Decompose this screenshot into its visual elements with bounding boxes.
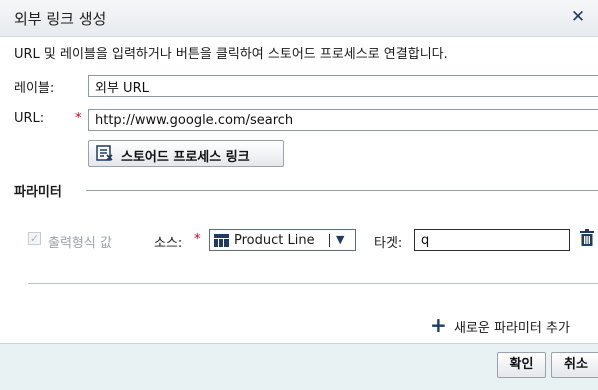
required-marker: * (75, 111, 82, 126)
target-input[interactable] (414, 229, 570, 251)
url-input[interactable] (88, 109, 598, 131)
source-label: 소스: (154, 236, 183, 251)
stored-process-link-button[interactable]: 스토어드 프로세스 링크 (88, 140, 284, 167)
category-data-icon (214, 234, 229, 251)
select-divider (329, 234, 330, 247)
parameters-section-title: 파라미터 (14, 185, 62, 200)
formatted-value-checkbox[interactable]: ✓ (28, 232, 41, 245)
stored-process-icon (96, 144, 114, 166)
parameters-divider (86, 190, 598, 191)
label-input[interactable] (88, 75, 598, 97)
plus-icon: + (430, 313, 447, 337)
close-icon[interactable]: ✕ (568, 7, 588, 27)
row-divider (28, 283, 598, 284)
ok-button[interactable]: 확인 (497, 352, 546, 378)
instructions-text: URL 및 레이블을 입력하거나 버튼을 클릭하여 스토어드 프로세스로 연결합… (14, 47, 448, 62)
dialog-title: 외부 링크 생성 (14, 10, 107, 28)
dialog-titlebar: 외부 링크 생성 ✕ (0, 0, 598, 37)
trash-icon[interactable] (580, 229, 594, 250)
cancel-button[interactable]: 취소 (551, 352, 598, 378)
label-field-label: 레이블: (14, 81, 55, 96)
required-marker: * (194, 232, 201, 247)
chevron-down-icon[interactable]: ▼ (336, 233, 344, 246)
target-label: 타겟: (374, 236, 403, 251)
url-field-label: URL: (14, 111, 45, 126)
source-select[interactable]: Product Line ▼ (209, 229, 356, 251)
add-parameter-label: 새로운 파라미터 추가 (454, 321, 570, 336)
formatted-value-label: 출력형식 값 (48, 236, 112, 251)
source-select-value: Product Line (234, 233, 315, 248)
stored-process-link-label: 스토어드 프로세스 링크 (121, 150, 250, 165)
